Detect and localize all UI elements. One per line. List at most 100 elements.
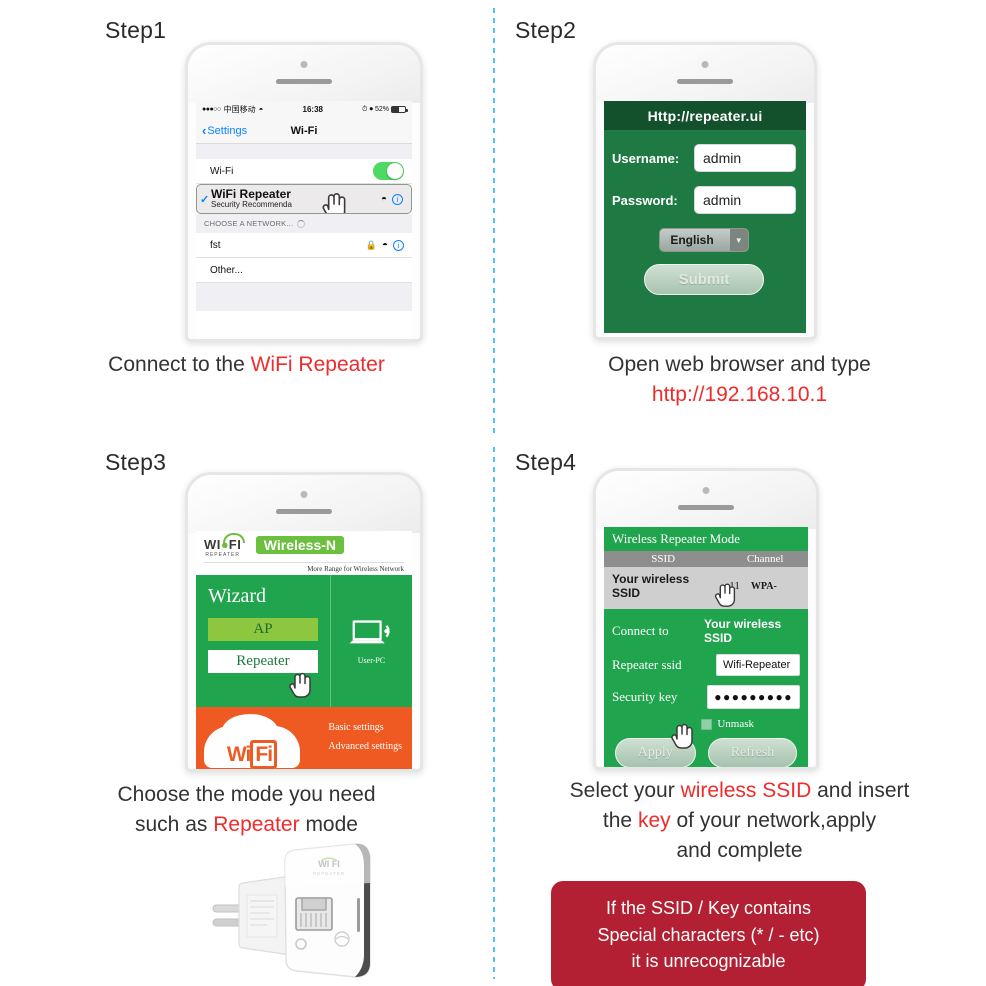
- step4-caption-line2: the key of your network,apply: [493, 806, 986, 836]
- alarm-icon: ⏱: [362, 105, 368, 113]
- connect-to-label: Connect to: [612, 623, 669, 638]
- logo-wi-text: WI: [204, 537, 221, 552]
- volume-down-button[interactable]: [185, 169, 186, 195]
- wizard-device-panel: User-PC: [329, 575, 412, 707]
- wifi-repeater-device-photo: WI FI REPEATER: [205, 843, 420, 983]
- refresh-button[interactable]: Refresh: [707, 738, 798, 767]
- network-row-fst[interactable]: fst 🔒 ◓ i: [196, 233, 412, 258]
- phone-mockup-step4: Wireless Repeater Mode SSID Channel Your…: [593, 468, 819, 770]
- battery-icon: [391, 106, 408, 113]
- step2-label: Step2: [515, 17, 577, 43]
- step3-label: Step3: [105, 449, 167, 475]
- page-title: Wi-Fi: [290, 124, 318, 137]
- earpiece-speaker: [276, 509, 332, 514]
- front-camera-icon: [702, 487, 710, 494]
- connected-network-text: WiFi Repeater Security Recommenda: [211, 188, 292, 209]
- network-row-other[interactable]: Other...: [196, 258, 412, 283]
- volume-down-button[interactable]: [593, 601, 594, 627]
- network-name-fst: fst: [210, 239, 221, 251]
- language-row: English ▼: [612, 228, 796, 252]
- warning-line1: If the SSID / Key contains: [605, 898, 812, 918]
- status-right-group: ⏱ ⏺ 52%: [362, 105, 408, 114]
- step4-caption: Select your wireless SSID and insert the…: [493, 776, 986, 865]
- user-pc-label: User-PC: [357, 655, 386, 665]
- basic-settings-link[interactable]: Basic settings: [328, 722, 402, 733]
- volume-button[interactable]: [185, 569, 186, 595]
- wifi-toggle-switch[interactable]: [373, 162, 404, 180]
- username-label: Username:: [612, 150, 680, 166]
- language-select[interactable]: English ▼: [659, 228, 749, 252]
- earpiece-speaker: [678, 505, 734, 510]
- volume-down-button[interactable]: [593, 175, 594, 201]
- unmask-row[interactable]: Unmask: [612, 718, 800, 730]
- repeater-ssid-input[interactable]: Wifi-Repeater: [716, 654, 800, 676]
- step3-caption-pre: such as: [135, 812, 214, 836]
- advanced-settings-link[interactable]: Advanced settings: [328, 741, 402, 752]
- repeater-header: WI●FI REPEATER Wireless-N More Range for…: [196, 531, 412, 575]
- wifi-logo-fi: Fi: [250, 740, 278, 769]
- row-channel: 11: [729, 580, 740, 592]
- choose-network-header: CHOOSE A NETWORK...: [196, 214, 412, 233]
- fst-row-icons: 🔒 ◓ i: [366, 239, 404, 251]
- carrier-name: 中国移动: [223, 105, 256, 114]
- settings-links: Basic settings Advanced settings: [328, 722, 402, 760]
- signal-strength-icon: ●●●○○: [202, 106, 221, 113]
- repeater-settings-form: Connect to Your wireless SSID Repeater s…: [604, 609, 808, 767]
- power-button[interactable]: [818, 555, 819, 593]
- unmask-checkbox[interactable]: [701, 718, 713, 730]
- power-button[interactable]: [422, 555, 423, 593]
- apply-button[interactable]: Apply: [614, 738, 696, 767]
- phone-mockup-step2: Http://repeater.ui Username: admin Passw…: [593, 42, 817, 340]
- svg-text:REPEATER: REPEATER: [313, 871, 345, 876]
- language-value: English: [670, 233, 714, 247]
- wifi-logo-wi: Wi: [226, 743, 252, 766]
- warning-box: If the SSID / Key contains Special chara…: [551, 881, 866, 986]
- connected-network-name: WiFi Repeater: [211, 187, 291, 202]
- power-button[interactable]: [816, 127, 817, 165]
- step4-caption-line3: and complete: [676, 838, 803, 862]
- wizard-title: Wizard: [208, 585, 267, 607]
- connect-to-row: Connect to Your wireless SSID: [612, 617, 800, 645]
- battery-percent: 52%: [374, 106, 389, 113]
- security-key-row: Security key ●●●●●●●●●: [612, 685, 800, 709]
- step2-caption-line1: Open web browser and type: [608, 353, 871, 376]
- username-input[interactable]: admin: [694, 144, 796, 172]
- security-key-input[interactable]: ●●●●●●●●●: [707, 685, 800, 709]
- browser-url-bar[interactable]: Http://repeater.ui: [604, 101, 806, 130]
- step4-caption-line1: Select your wireless SSID and insert: [493, 776, 986, 806]
- connect-to-value: Your wireless SSID: [704, 617, 782, 645]
- volume-button[interactable]: [185, 135, 186, 161]
- volume-button[interactable]: [593, 567, 594, 593]
- info-icon[interactable]: i: [392, 193, 403, 205]
- step1-label: Step1: [105, 17, 167, 43]
- front-camera-icon: [701, 61, 709, 68]
- step4-caption-mid: and insert: [811, 779, 910, 802]
- power-button[interactable]: [422, 123, 423, 161]
- volume-button[interactable]: [593, 141, 594, 167]
- ssid-table-header: SSID Channel: [604, 551, 808, 567]
- info-icon[interactable]: i: [393, 239, 404, 251]
- mode-ap-button[interactable]: AP: [208, 618, 318, 641]
- password-label: Password:: [612, 192, 678, 208]
- submit-row: Submit: [612, 264, 796, 295]
- warning-line3: it is unrecognizable: [631, 951, 786, 972]
- connected-network-sub: Security Recommenda: [211, 200, 292, 210]
- hand-cursor-icon: [322, 193, 346, 213]
- earpiece-speaker: [276, 79, 332, 84]
- step3-caption: Choose the mode you need such as Repeate…: [0, 780, 493, 840]
- login-form: Username: admin Password: admin English …: [604, 130, 806, 333]
- logo-dot-icon: ●: [220, 537, 229, 552]
- wifi-toggle-row[interactable]: Wi-Fi: [196, 159, 412, 184]
- repeater-ssid-row: Repeater ssid Wifi-Repeater: [612, 654, 800, 676]
- password-input[interactable]: admin: [694, 186, 796, 214]
- ssid-table-row[interactable]: Your wireless SSID 11 WPA-: [604, 567, 808, 609]
- step3-caption-line1: Choose the mode you need: [117, 783, 376, 806]
- list-gap: [196, 144, 412, 159]
- loading-spinner-icon: [297, 219, 306, 228]
- submit-button[interactable]: Submit: [643, 264, 765, 295]
- column-header-ssid: SSID: [651, 553, 676, 565]
- mode-repeater-button[interactable]: Repeater: [208, 650, 318, 673]
- network-row-connected[interactable]: ✓ WiFi Repeater Security Recommenda ◓ i: [196, 184, 412, 214]
- status-time: 16:38: [302, 105, 323, 114]
- volume-down-button[interactable]: [185, 603, 186, 629]
